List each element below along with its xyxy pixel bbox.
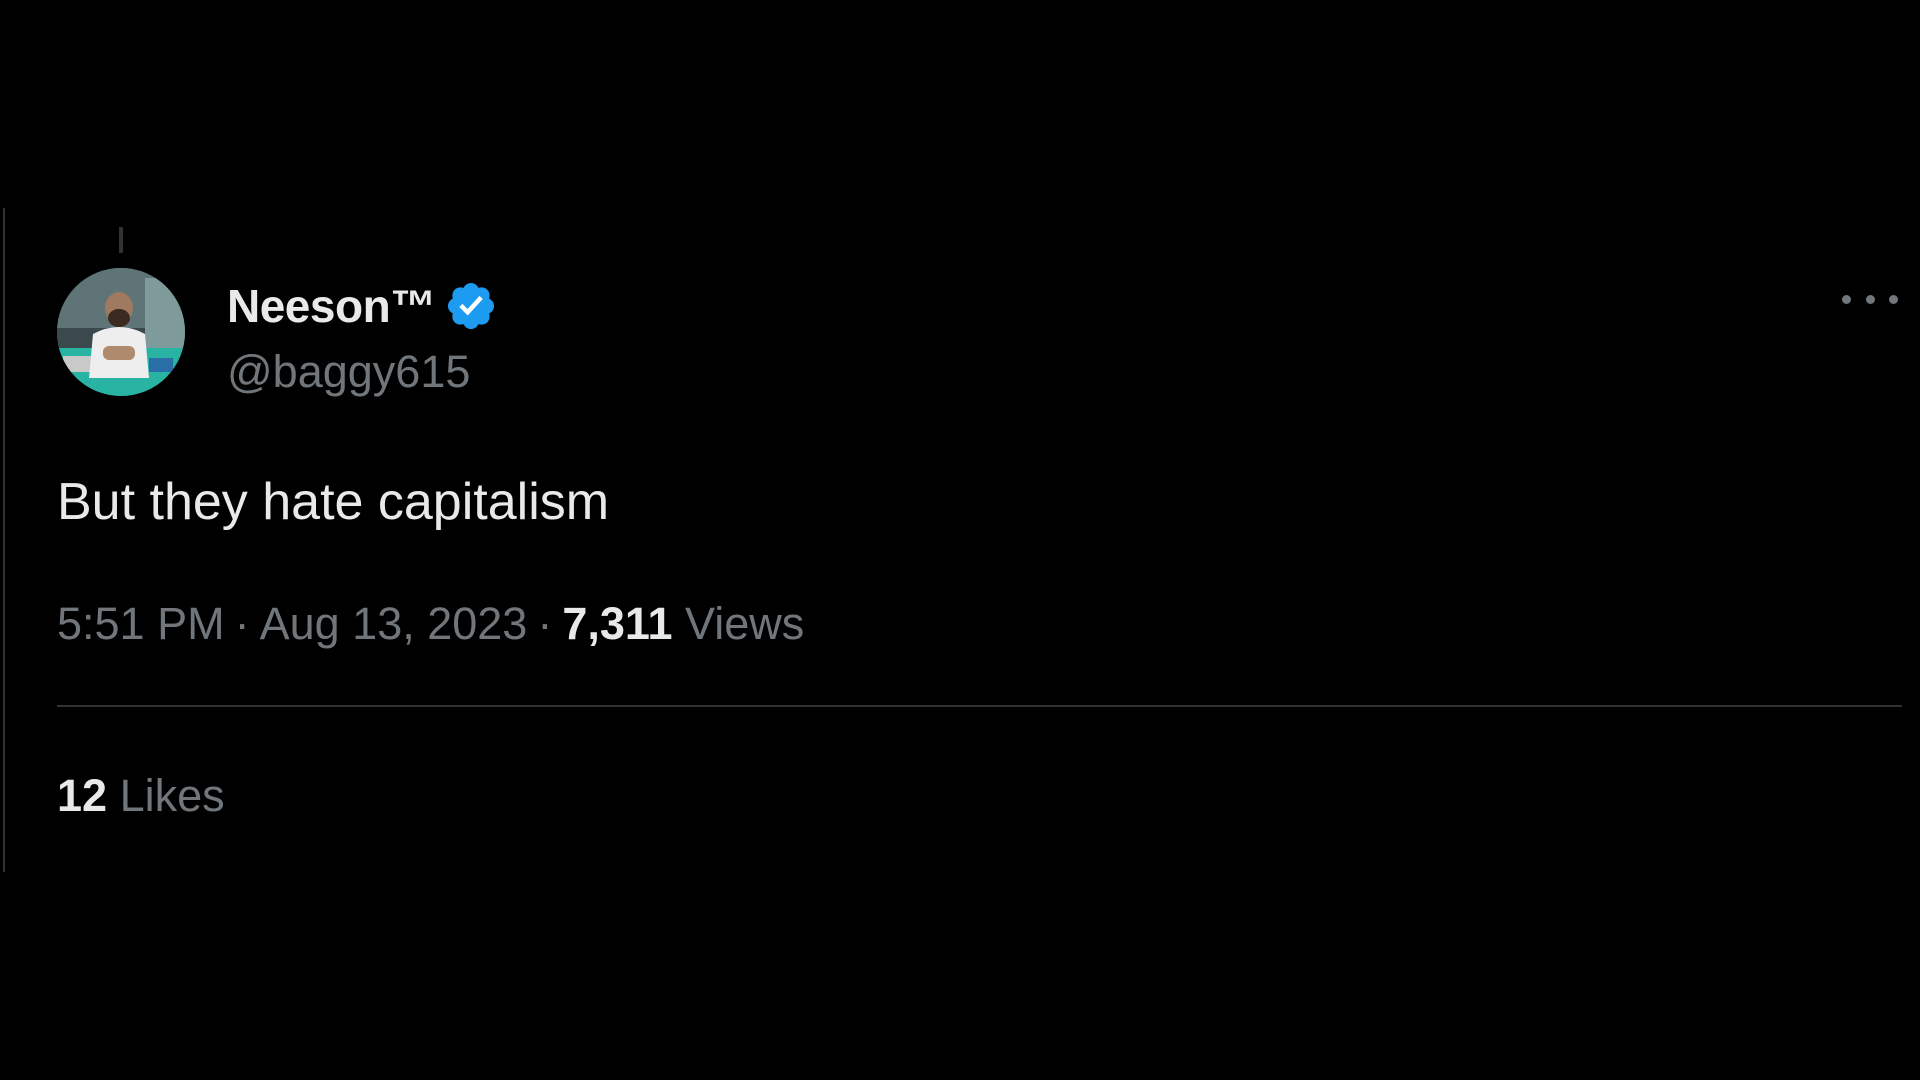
verified-badge-icon xyxy=(447,282,494,330)
avatar-photo xyxy=(57,268,185,396)
author-handle[interactable]: @baggy615 xyxy=(227,342,470,402)
display-name[interactable]: Neeson™ xyxy=(227,276,436,336)
likes-link[interactable]: 12 Likes xyxy=(57,766,225,826)
tweet-time[interactable]: 5:51 PM xyxy=(57,598,225,649)
views-count: 7,311 xyxy=(562,598,673,649)
more-dot xyxy=(1865,294,1875,304)
tweet-metadata: 5:51 PM · Aug 13, 2023 · 7,311 Views xyxy=(57,594,804,654)
meta-separator: · xyxy=(234,598,250,649)
more-dot xyxy=(1842,294,1851,304)
tweet-date[interactable]: Aug 13, 2023 xyxy=(260,598,528,649)
meta-separator: · xyxy=(537,598,553,649)
divider xyxy=(57,705,1902,707)
tweet-card: Neeson™ @baggy615 But they hate capitali… xyxy=(0,208,1920,872)
author-name-row[interactable]: Neeson™ xyxy=(227,276,498,336)
timeline-border xyxy=(3,208,5,872)
tweet-text: But they hate capitalism xyxy=(57,473,610,531)
likes-count: 12 xyxy=(57,770,108,821)
avatar[interactable] xyxy=(57,268,185,396)
more-dot xyxy=(1889,294,1898,304)
views-label: Views xyxy=(685,598,805,649)
thread-connector-line xyxy=(119,227,123,253)
more-options-icon[interactable] xyxy=(1842,287,1898,311)
likes-label: Likes xyxy=(119,770,225,821)
